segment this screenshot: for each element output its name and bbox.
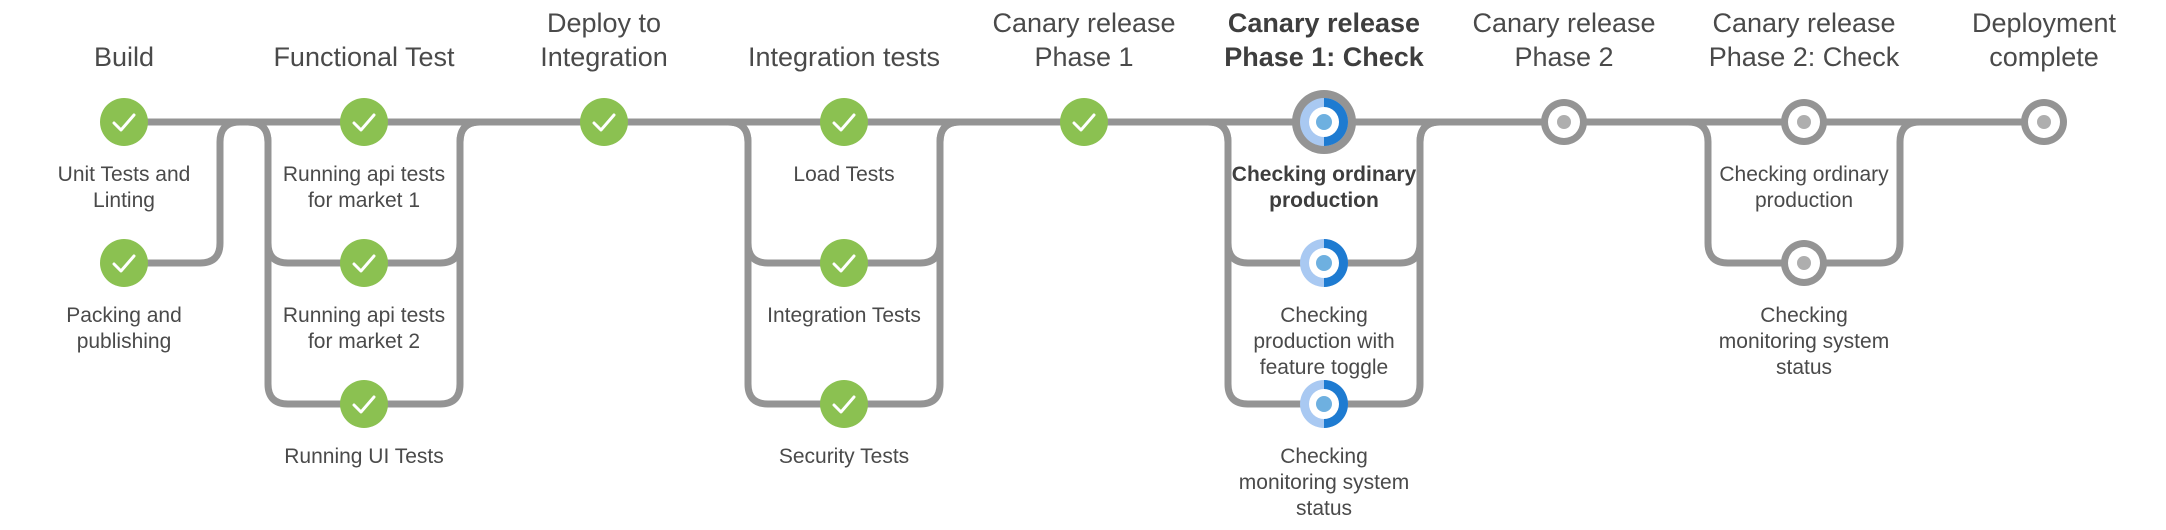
success-circle	[820, 380, 868, 428]
success-node[interactable]	[340, 98, 388, 146]
success-circle	[580, 98, 628, 146]
node-label[interactable]: Running api tests for market 2	[269, 303, 459, 355]
success-node[interactable]	[820, 380, 868, 428]
node-label[interactable]: Running api tests for market 1	[269, 162, 459, 214]
success-circle	[820, 239, 868, 287]
not_started-node[interactable]	[1781, 99, 1827, 145]
pending-dot-icon	[1557, 115, 1571, 129]
node-label[interactable]: Checking monitoring system status	[1709, 303, 1899, 381]
success-circle	[100, 239, 148, 287]
success-node[interactable]	[100, 239, 148, 287]
node-label[interactable]: Checking ordinary production	[1709, 162, 1899, 214]
node-label[interactable]: Integration Tests	[749, 303, 939, 329]
stage-title[interactable]: Canary release Phase 2	[1449, 6, 1679, 74]
node-label[interactable]: Unit Tests and Linting	[29, 162, 219, 214]
success-node[interactable]	[820, 98, 868, 146]
success-node[interactable]	[340, 239, 388, 287]
not_started-node[interactable]	[1541, 99, 1587, 145]
node-label[interactable]: Checking monitoring system status	[1229, 444, 1419, 522]
stage-title[interactable]: Canary release Phase 2: Check	[1689, 6, 1919, 74]
running-dot-icon	[1316, 255, 1332, 271]
not_started-node[interactable]	[2021, 99, 2067, 145]
node-label[interactable]: Checking ordinary production	[1229, 162, 1419, 214]
stage-title[interactable]: Integration tests	[729, 40, 959, 74]
node-label[interactable]: Load Tests	[749, 162, 939, 188]
success-node[interactable]	[1060, 98, 1108, 146]
success-circle	[340, 239, 388, 287]
success-circle	[340, 380, 388, 428]
success-node[interactable]	[820, 239, 868, 287]
success-node[interactable]	[340, 380, 388, 428]
pending-dot-icon	[1797, 115, 1811, 129]
not_started-node[interactable]	[1781, 240, 1827, 286]
success-circle	[340, 98, 388, 146]
running-node[interactable]	[1300, 239, 1348, 287]
stage-title[interactable]: Canary release Phase 1	[969, 6, 1199, 74]
success-node[interactable]	[580, 98, 628, 146]
stage-title[interactable]: Build	[9, 40, 239, 74]
pending-dot-icon	[1797, 256, 1811, 270]
stage-title[interactable]: Deploy to Integration	[489, 6, 719, 74]
success-circle	[100, 98, 148, 146]
success-circle	[1060, 98, 1108, 146]
success-circle	[820, 98, 868, 146]
stage-title[interactable]: Canary release Phase 1: Check	[1209, 6, 1439, 74]
node-label[interactable]: Security Tests	[749, 444, 939, 470]
running-node[interactable]	[1292, 90, 1356, 154]
pending-dot-icon	[2037, 115, 2051, 129]
running-node[interactable]	[1300, 380, 1348, 428]
stage-title[interactable]: Functional Test	[249, 40, 479, 74]
running-dot-icon	[1316, 114, 1332, 130]
node-label[interactable]: Running UI Tests	[269, 444, 459, 470]
stage-title[interactable]: Deployment complete	[1929, 6, 2159, 74]
node-label[interactable]: Packing and publishing	[29, 303, 219, 355]
running-dot-icon	[1316, 396, 1332, 412]
success-node[interactable]	[100, 98, 148, 146]
node-label[interactable]: Checking production with feature toggle	[1229, 303, 1419, 381]
